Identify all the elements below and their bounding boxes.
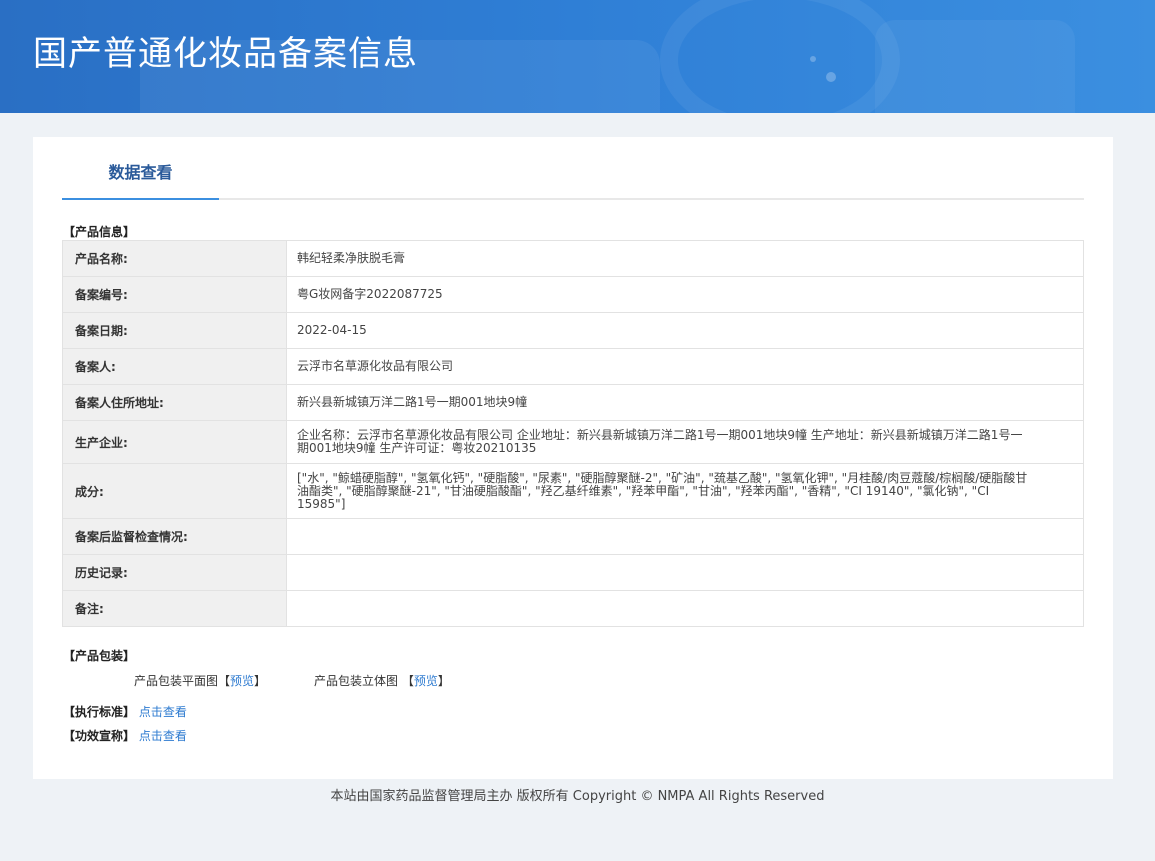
info-row-label: 备案人住所地址:: [62, 384, 287, 421]
page-title: 国产普通化妆品备案信息: [33, 34, 418, 74]
info-row-label: 备案日期:: [62, 312, 287, 349]
claims-row: 【功效宣称】 点击查看: [63, 727, 187, 744]
info-row-label: 生产企业:: [62, 420, 287, 464]
content-panel: 数据查看 【产品信息】 产品名称: 韩纪轻柔净肤脱毛膏 备案编号: 粤G妆网备字202…: [33, 137, 1113, 779]
tab-bar: 数据查看: [62, 137, 1084, 200]
packaging-section-title: 【产品包装】: [63, 649, 136, 663]
info-row-value: [286, 590, 1084, 627]
info-row-value: [286, 554, 1084, 591]
standard-row: 【执行标准】 点击查看: [63, 703, 187, 720]
packaging-flat-row: 产品包装平面图【预览】: [134, 672, 266, 689]
info-row: 历史记录:: [62, 554, 1084, 591]
info-row-value: [286, 518, 1084, 555]
info-row-value: 粤G妆网备字2022087725: [286, 276, 1084, 313]
info-row-value: 2022-04-15: [286, 312, 1084, 349]
info-row: 成分: ["水", "鲸蜡硬脂醇", "氢氧化钙", "硬脂酸", "尿素", "…: [62, 463, 1084, 519]
info-row-label: 产品名称:: [62, 240, 287, 277]
info-row: 备案人住所地址: 新兴县新城镇万洋二路1号一期001地块9幢: [62, 384, 1084, 421]
claims-view-link[interactable]: 点击查看: [139, 729, 187, 743]
info-row: 产品名称: 韩纪轻柔净肤脱毛膏: [62, 240, 1084, 277]
info-row: 备案人: 云浮市名草源化妆品有限公司: [62, 348, 1084, 385]
packaging-solid-row: 产品包装立体图 【预览】: [314, 672, 450, 689]
standard-view-link[interactable]: 点击查看: [139, 705, 187, 719]
info-row-label: 备案编号:: [62, 276, 287, 313]
flat-preview-link[interactable]: 预览: [230, 674, 254, 688]
page-header: 国产普通化妆品备案信息: [0, 0, 1155, 113]
info-row-value: 韩纪轻柔净肤脱毛膏: [286, 240, 1084, 277]
info-row: 备案日期: 2022-04-15: [62, 312, 1084, 349]
info-row-label: 备案后监督检查情况:: [62, 518, 287, 555]
info-row-value: 云浮市名草源化妆品有限公司: [286, 348, 1084, 385]
bracket-close: 】: [437, 674, 450, 688]
claims-label: 【功效宣称】: [63, 729, 136, 743]
info-row-label: 成分:: [62, 463, 287, 519]
product-info-table: 产品名称: 韩纪轻柔净肤脱毛膏 备案编号: 粤G妆网备字2022087725 备案日期:…: [62, 240, 1084, 627]
info-row-value: 企业名称：云浮市名草源化妆品有限公司 企业地址：新兴县新城镇万洋二路1号一期00…: [286, 420, 1084, 464]
info-row: 生产企业: 企业名称：云浮市名草源化妆品有限公司 企业地址：新兴县新城镇万洋二路1…: [62, 420, 1084, 464]
header-decoration: [660, 0, 900, 113]
info-row: 备案编号: 粤G妆网备字2022087725: [62, 276, 1084, 313]
standard-label: 【执行标准】: [63, 705, 136, 719]
tab-data-view[interactable]: 数据查看: [62, 137, 219, 200]
active-tab-indicator: [62, 198, 219, 200]
info-row-value: 新兴县新城镇万洋二路1号一期001地块9幢: [286, 384, 1084, 421]
bracket-open: 【: [218, 674, 231, 688]
info-row: 备案后监督检查情况:: [62, 518, 1084, 555]
info-row-label: 备案人:: [62, 348, 287, 385]
info-row-value: ["水", "鲸蜡硬脂醇", "氢氧化钙", "硬脂酸", "尿素", "硬脂醇…: [286, 463, 1084, 519]
product-info-section-title: 【产品信息】: [63, 225, 136, 239]
info-row: 备注:: [62, 590, 1084, 627]
header-decoration: [875, 20, 1075, 113]
page-footer: 本站由国家药品监督管理局主办 版权所有 Copyright © NMPA All…: [330, 789, 825, 804]
info-row-label: 历史记录:: [62, 554, 287, 591]
info-row-label: 备注:: [62, 590, 287, 627]
bracket-close: 】: [254, 674, 267, 688]
header-decoration: [826, 72, 836, 82]
solid-preview-link[interactable]: 预览: [414, 674, 438, 688]
header-decoration: [810, 56, 816, 62]
bracket-open: 【: [401, 674, 414, 688]
packaging-flat-label: 产品包装平面图: [134, 674, 219, 688]
packaging-solid-label: 产品包装立体图: [314, 674, 399, 688]
